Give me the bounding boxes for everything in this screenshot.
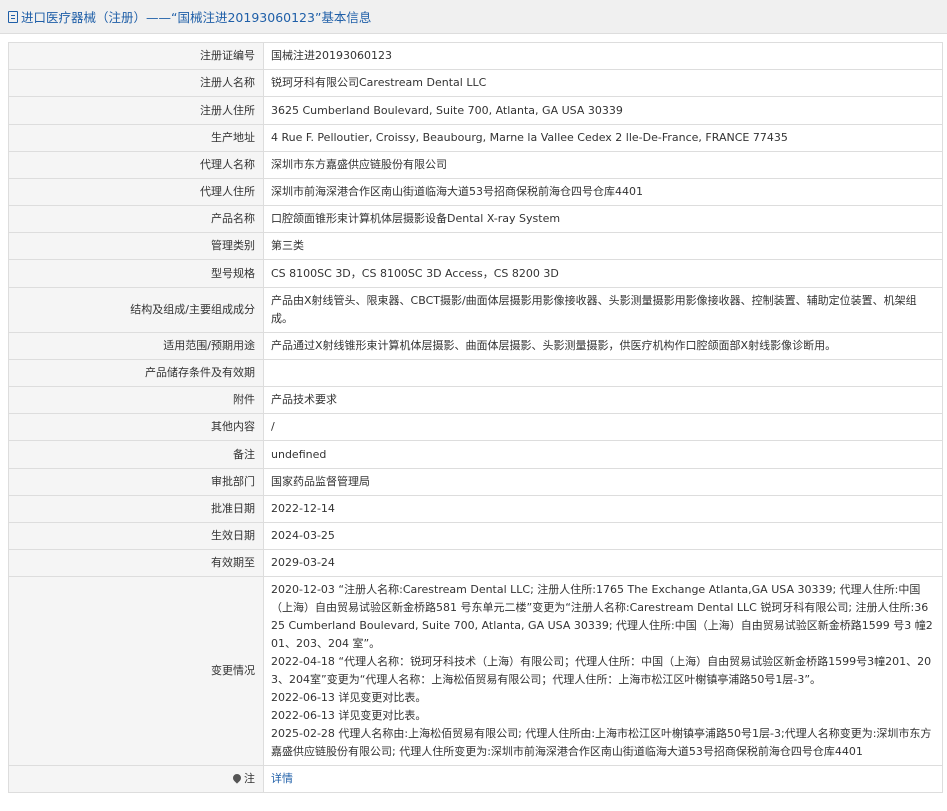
table-row: 生效日期 2024-03-25 (8, 522, 943, 550)
row-value: 产品通过X射线锥形束计算机体层摄影、曲面体层摄影、头影测量摄影，供医疗机构作口腔… (263, 332, 943, 360)
row-value: 4 Rue F. Pelloutier, Croissy, Beaubourg,… (263, 124, 943, 152)
document-icon (8, 10, 18, 23)
page-title: 进口医疗器械（注册）——“国械注进20193060123”基本信息 (0, 0, 947, 34)
row-value: 国家药品监督管理局 (263, 468, 943, 496)
row-label: 型号规格 (8, 259, 264, 288)
row-label: 审批部门 (8, 468, 264, 496)
table-row: 代理人名称 深圳市东方嘉盛供应链股份有限公司 (8, 151, 943, 179)
row-value: 口腔颌面锥形束计算机体层摄影设备Dental X-ray System (263, 205, 943, 233)
row-label: 附件 (8, 386, 264, 414)
row-value: CS 8100SC 3D，CS 8100SC 3D Access，CS 8200… (263, 259, 943, 288)
table-row: 有效期至 2029-03-24 (8, 549, 943, 577)
row-value: 产品由X射线管头、限束器、CBCT摄影/曲面体层摄影用影像接收器、头影测量摄影用… (263, 287, 943, 333)
row-value: 产品技术要求 (263, 386, 943, 414)
row-value: 深圳市东方嘉盛供应链股份有限公司 (263, 151, 943, 179)
row-value: / (263, 413, 943, 441)
table-row-note: 注 详情 (8, 765, 943, 793)
row-value: 3625 Cumberland Boulevard, Suite 700, At… (263, 96, 943, 125)
detail-link[interactable]: 详情 (271, 772, 293, 785)
row-value (263, 359, 943, 387)
pin-icon (231, 772, 243, 784)
row-value: 第三类 (263, 232, 943, 260)
info-table-body: 注册证编号 国械注进20193060123 注册人名称 锐珂牙科有限公司Carestr… (8, 42, 943, 793)
row-label-note: 注 (8, 765, 264, 793)
note-label: 注 (244, 772, 255, 785)
table-row: 其他内容 / (8, 413, 943, 441)
row-value: 锐珂牙科有限公司Carestream Dental LLC (263, 69, 943, 97)
page-title-text: 进口医疗器械（注册）——“国械注进20193060123”基本信息 (21, 10, 372, 25)
table-row: 注册人住所 3625 Cumberland Boulevard, Suite 70… (8, 96, 943, 125)
row-label: 适用范围/预期用途 (8, 332, 264, 360)
table-row-changes: 变更情况 2020-12-03 “注册人名称:Carestream Dental… (8, 576, 943, 766)
row-label: 批准日期 (8, 495, 264, 523)
table-row: 结构及组成/主要组成成分 产品由X射线管头、限束器、CBCT摄影/曲面体层摄影用影… (8, 287, 943, 333)
row-label: 生效日期 (8, 522, 264, 550)
table-row: 生产地址 4 Rue F. Pelloutier, Croissy, Beaubo… (8, 124, 943, 152)
row-label: 其他内容 (8, 413, 264, 441)
table-row: 审批部门 国家药品监督管理局 (8, 468, 943, 496)
info-sheet: 注册证编号 国械注进20193060123 注册人名称 锐珂牙科有限公司Carestr… (8, 42, 943, 793)
change-entry: 2022-06-13 详见变更对比表。 (271, 691, 427, 704)
row-label: 代理人住所 (8, 178, 264, 206)
row-value: 2022-12-14 (263, 495, 943, 523)
row-label: 注册证编号 (8, 42, 264, 70)
table-row: 管理类别 第三类 (8, 232, 943, 260)
row-label: 产品名称 (8, 205, 264, 233)
table-row: 批准日期 2022-12-14 (8, 495, 943, 523)
table-row: 代理人住所 深圳市前海深港合作区南山街道临海大道53号招商保税前海仓四号仓库440… (8, 178, 943, 206)
row-label: 产品储存条件及有效期 (8, 359, 264, 387)
change-entry: 2022-04-18 “代理人名称：锐珂牙科技术（上海）有限公司；代理人住所：中… (271, 655, 932, 686)
change-entry: 2020-12-03 “注册人名称:Carestream Dental LLC;… (271, 583, 933, 650)
row-label: 变更情况 (8, 576, 264, 766)
table-row: 附件 产品技术要求 (8, 386, 943, 414)
row-value: 深圳市前海深港合作区南山街道临海大道53号招商保税前海仓四号仓库4401 (263, 178, 943, 206)
table-row: 备注 undefined (8, 440, 943, 469)
row-value: 国械注进20193060123 (263, 42, 943, 70)
change-entry: 2022-06-13 详见变更对比表。 (271, 709, 427, 722)
row-label: 备注 (8, 440, 264, 469)
row-value: 2024-03-25 (263, 522, 943, 550)
row-value: undefined (263, 440, 943, 469)
info-table: 注册证编号 国械注进20193060123 注册人名称 锐珂牙科有限公司Carestr… (8, 42, 943, 793)
table-row: 注册证编号 国械注进20193060123 (8, 42, 943, 70)
row-label: 结构及组成/主要组成成分 (8, 287, 264, 333)
row-label: 注册人住所 (8, 96, 264, 125)
table-row: 产品名称 口腔颌面锥形束计算机体层摄影设备Dental X-ray System (8, 205, 943, 233)
table-row: 适用范围/预期用途 产品通过X射线锥形束计算机体层摄影、曲面体层摄影、头影测量摄影… (8, 332, 943, 360)
row-label: 代理人名称 (8, 151, 264, 179)
row-label: 管理类别 (8, 232, 264, 260)
note-value: 详情 (263, 765, 943, 793)
row-value: 2029-03-24 (263, 549, 943, 577)
table-row: 型号规格 CS 8100SC 3D，CS 8100SC 3D Access，CS … (8, 259, 943, 288)
changes-value: 2020-12-03 “注册人名称:Carestream Dental LLC;… (263, 576, 943, 766)
row-label: 生产地址 (8, 124, 264, 152)
row-label: 注册人名称 (8, 69, 264, 97)
table-row: 注册人名称 锐珂牙科有限公司Carestream Dental LLC (8, 69, 943, 97)
row-label: 有效期至 (8, 549, 264, 577)
change-entry: 2025-02-28 代理人名称由:上海松佰贸易有限公司; 代理人住所由:上海市… (271, 727, 932, 758)
table-row: 产品储存条件及有效期 (8, 359, 943, 387)
